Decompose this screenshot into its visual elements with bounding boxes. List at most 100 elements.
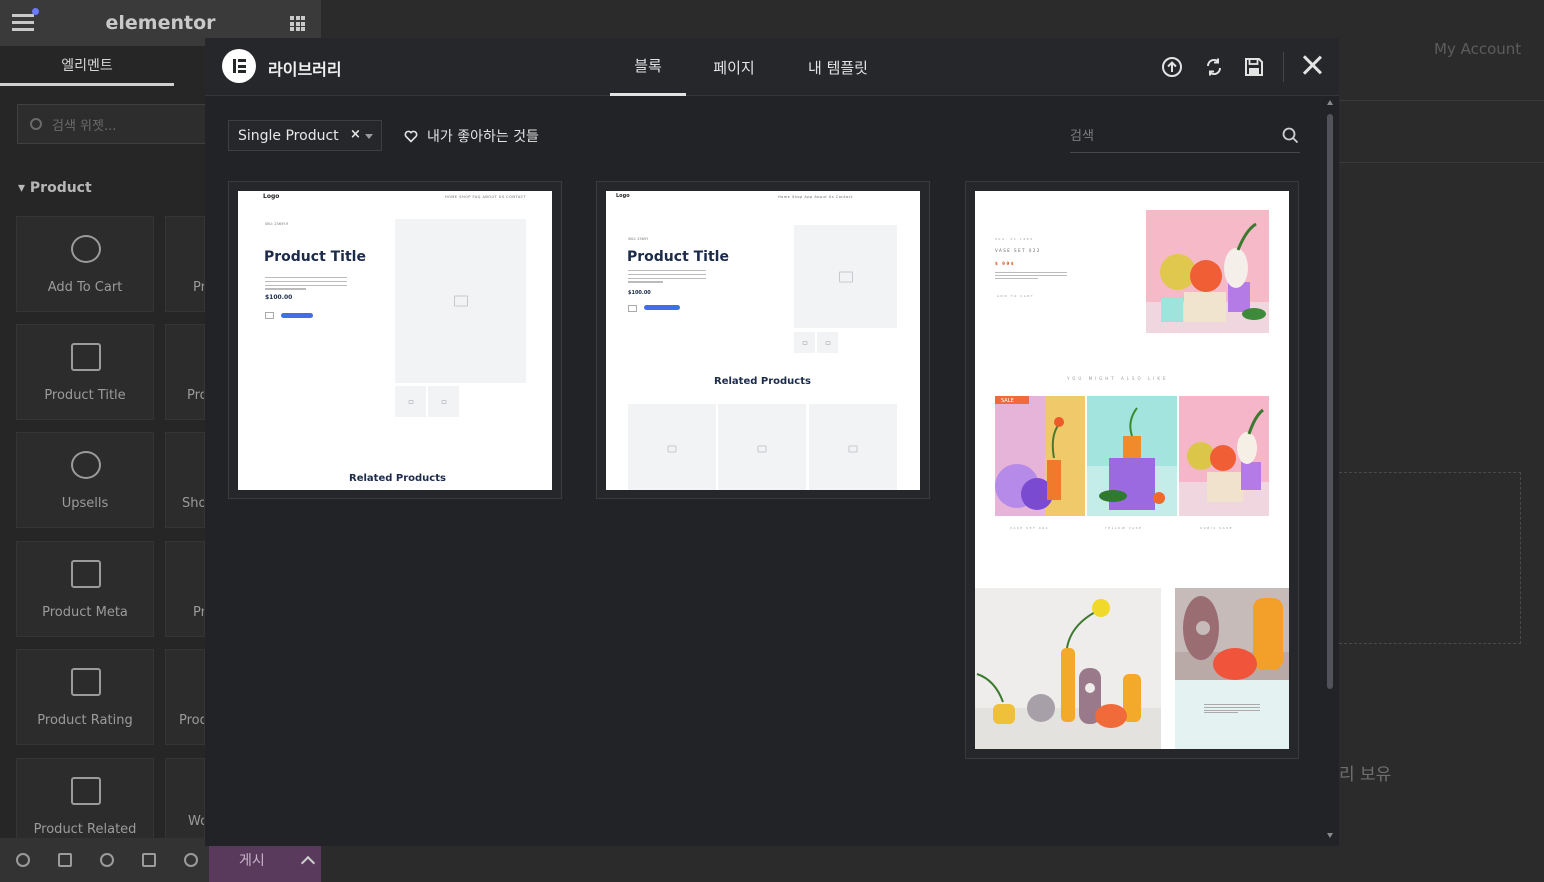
tab-blocks[interactable]: 블록: [610, 38, 686, 96]
dropdown-caret-icon[interactable]: [365, 134, 373, 139]
category-label: Product: [29, 180, 92, 196]
template-library-modal: 라이브러리 블록 페이지 내 템플릿 Single Product × 내가 좋…: [205, 38, 1339, 846]
category-filter-select[interactable]: Single Product ×: [228, 120, 382, 151]
library-search-input[interactable]: [1070, 124, 1270, 148]
template-card[interactable]: SKU: 01-1983 VASE SET 022 $ 99$ ADD TO C…: [965, 181, 1299, 759]
navigator-icon[interactable]: [58, 853, 72, 867]
vase-photo-6: [1175, 588, 1289, 680]
scroll-down-arrow-icon[interactable]: [1327, 833, 1333, 838]
thumb-logo: Logo: [263, 193, 280, 200]
widget-product-title[interactable]: Product Title: [16, 324, 154, 420]
widget-partial[interactable]: Prod: [165, 649, 205, 745]
thumb-description: [628, 270, 706, 286]
category-product[interactable]: ▾ Product: [18, 180, 92, 196]
chevron-up-icon[interactable]: [300, 855, 315, 871]
preview-eye-icon[interactable]: [184, 853, 198, 867]
thumb-price: $100.00: [628, 290, 651, 296]
my-account-link: My Account: [1434, 40, 1522, 58]
panel-tab-elements[interactable]: 엘리멘트: [0, 46, 174, 86]
divider: [1339, 100, 1544, 101]
image-placeholder-icon: [428, 386, 459, 417]
tab-my-templates[interactable]: 내 템플릿: [798, 38, 878, 96]
apps-grid-icon[interactable]: [290, 16, 305, 31]
image-placeholder-icon: [628, 404, 716, 490]
widget-product-meta[interactable]: Product Meta: [16, 541, 154, 637]
template-thumbnail[interactable]: Logo HOME SHOP FAQ ABOUT US CONTACT SKU:…: [238, 191, 552, 490]
modal-title: 라이브러리: [268, 60, 342, 79]
widget-label: Upsells: [61, 496, 109, 511]
sync-icon[interactable]: [1203, 56, 1225, 78]
divider: [1339, 162, 1544, 163]
product-meta-icon: [71, 560, 101, 588]
widget-label: Prod: [179, 713, 204, 728]
close-icon[interactable]: [1301, 54, 1323, 76]
thumb-sku: SKU: 2565Y-9: [265, 222, 289, 226]
thumb-logo: Logo: [616, 193, 630, 199]
settings-icon[interactable]: [16, 853, 30, 867]
upload-icon[interactable]: [1161, 56, 1183, 78]
history-icon[interactable]: [100, 853, 114, 867]
responsive-icon[interactable]: [142, 853, 156, 867]
widget-label: Pr: [193, 605, 205, 620]
thumb-nav: Home Shop App About Us Contact: [778, 195, 853, 199]
widget-label: Product Related: [33, 822, 137, 837]
widget-add-to-cart[interactable]: Add To Cart: [16, 216, 154, 312]
elementor-logo-icon: [222, 49, 256, 83]
widget-label: Product Meta: [42, 605, 128, 620]
template-card[interactable]: Logo Home Shop App About Us Contact SKU:…: [596, 181, 930, 499]
sale-badge: SALE: [1001, 398, 1014, 404]
thumb-add-to-cart: [644, 305, 680, 310]
scroll-up-arrow-icon[interactable]: [1327, 100, 1333, 105]
save-icon[interactable]: [1243, 56, 1265, 78]
thumb-section-title: YOU MIGHT ALSO LIKE: [1067, 376, 1169, 381]
tab-pages[interactable]: 페이지: [700, 38, 768, 96]
menu-icon[interactable]: [12, 14, 34, 32]
widget-upsells[interactable]: Upsells: [16, 432, 154, 528]
thumb-description: [265, 277, 347, 293]
widget-label: Sho: [182, 496, 205, 511]
header-divider: [1283, 52, 1284, 82]
widget-partial[interactable]: Sho: [165, 432, 205, 528]
thumb-related-products: Related Products: [349, 473, 446, 484]
image-placeholder-icon: [794, 225, 897, 328]
thumb-add-to-cart: ADD TO CART: [997, 294, 1035, 298]
modal-scrollbar[interactable]: [1326, 100, 1335, 840]
scrollbar-thumb[interactable]: [1327, 114, 1333, 689]
widget-search-placeholder: 검색 위젯...: [52, 118, 117, 134]
favorites-toggle[interactable]: 내가 좋아하는 것들: [404, 126, 539, 146]
notification-dot: [32, 8, 39, 15]
thumb-qty: [265, 312, 274, 319]
thumb-related-products: Related Products: [714, 376, 811, 387]
template-card[interactable]: Logo HOME SHOP FAQ ABOUT US CONTACT SKU:…: [228, 181, 562, 499]
image-placeholder-icon: [817, 332, 838, 353]
vase-photo-1: [1146, 210, 1269, 333]
template-thumbnail[interactable]: Logo Home Shop App About Us Contact SKU:…: [606, 191, 920, 490]
elementor-logo: elementor: [105, 12, 216, 34]
product-title-icon: [71, 343, 101, 371]
clear-filter-icon[interactable]: ×: [350, 127, 361, 142]
heart-icon: [404, 130, 418, 143]
widget-product-rating[interactable]: Product Rating: [16, 649, 154, 745]
thumb-item-name: VASE SET 004: [1010, 526, 1049, 530]
widget-partial[interactable]: Pro: [165, 324, 205, 420]
image-placeholder-icon: [718, 404, 806, 490]
publish-label: 게시: [239, 853, 265, 869]
vase-photo-5: [975, 588, 1161, 749]
product-related-icon: [71, 777, 101, 805]
thumb-product-title: Product Title: [627, 249, 729, 265]
upsells-icon: [71, 451, 101, 479]
image-placeholder-icon: [809, 404, 897, 490]
template-thumbnail[interactable]: SKU: 01-1983 VASE SET 022 $ 99$ ADD TO C…: [975, 191, 1289, 749]
vase-photo-3: [1087, 396, 1177, 516]
drop-zone: [1339, 472, 1521, 644]
preview-text: 리 보유: [1339, 765, 1392, 785]
favorites-label: 내가 좋아하는 것들: [427, 129, 539, 145]
thumb-vertical-text-strip: [1163, 588, 1171, 749]
widget-partial[interactable]: Pr: [165, 216, 205, 312]
thumb-item-name: YELLOW VASE: [1105, 526, 1143, 530]
widget-partial[interactable]: Pr: [165, 541, 205, 637]
thumb-qty: [628, 305, 637, 312]
filter-value: Single Product: [238, 127, 339, 144]
search-icon: [30, 118, 42, 130]
search-icon[interactable]: [1282, 127, 1299, 144]
